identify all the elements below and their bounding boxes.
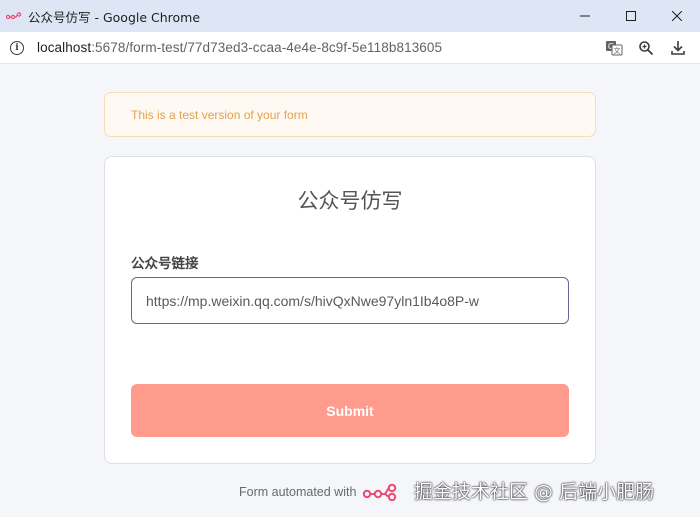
address-bar: i localhost:5678/form-test/77d73ed3-ccaa… — [0, 32, 700, 64]
download-icon[interactable] — [662, 32, 694, 64]
window-title-bar: 公众号仿写 - Google Chrome — [0, 0, 700, 32]
n8n-logo-icon — [6, 11, 22, 21]
window-title: 公众号仿写 - Google Chrome — [28, 9, 201, 25]
maximize-icon[interactable] — [608, 0, 654, 32]
url-field[interactable]: localhost:5678/form-test/77d73ed3-ccaa-4… — [37, 40, 442, 55]
url-path: :5678/form-test/77d73ed3-ccaa-4e4e-8c9f-… — [91, 40, 443, 55]
footer: Form automated with — [239, 482, 406, 502]
form-card: 公众号仿写 公众号链接 Submit — [104, 156, 596, 464]
page-content: This is a test version of your form 公众号仿… — [0, 65, 700, 517]
article-link-input[interactable] — [131, 277, 569, 324]
address-bar-actions: G 文 — [598, 32, 694, 64]
site-info-icon[interactable]: i — [10, 40, 24, 55]
test-version-banner: This is a test version of your form — [104, 92, 596, 137]
zoom-icon[interactable] — [630, 32, 662, 64]
svg-text:文: 文 — [614, 46, 621, 55]
submit-button[interactable]: Submit — [131, 384, 569, 437]
banner-text: This is a test version of your form — [131, 107, 308, 122]
minimize-icon[interactable] — [562, 0, 608, 32]
url-host: localhost — [37, 40, 92, 55]
watermark: 掘金技术社区 @ 后端小肥肠 — [414, 481, 655, 503]
translate-icon[interactable]: G 文 — [598, 32, 630, 64]
n8n-logo-icon[interactable] — [362, 483, 406, 501]
form-title: 公众号仿写 — [297, 189, 403, 213]
footer-text: Form automated with — [239, 485, 357, 499]
field-label: 公众号链接 — [131, 256, 199, 272]
window-controls — [562, 0, 700, 32]
close-icon[interactable] — [654, 0, 700, 32]
